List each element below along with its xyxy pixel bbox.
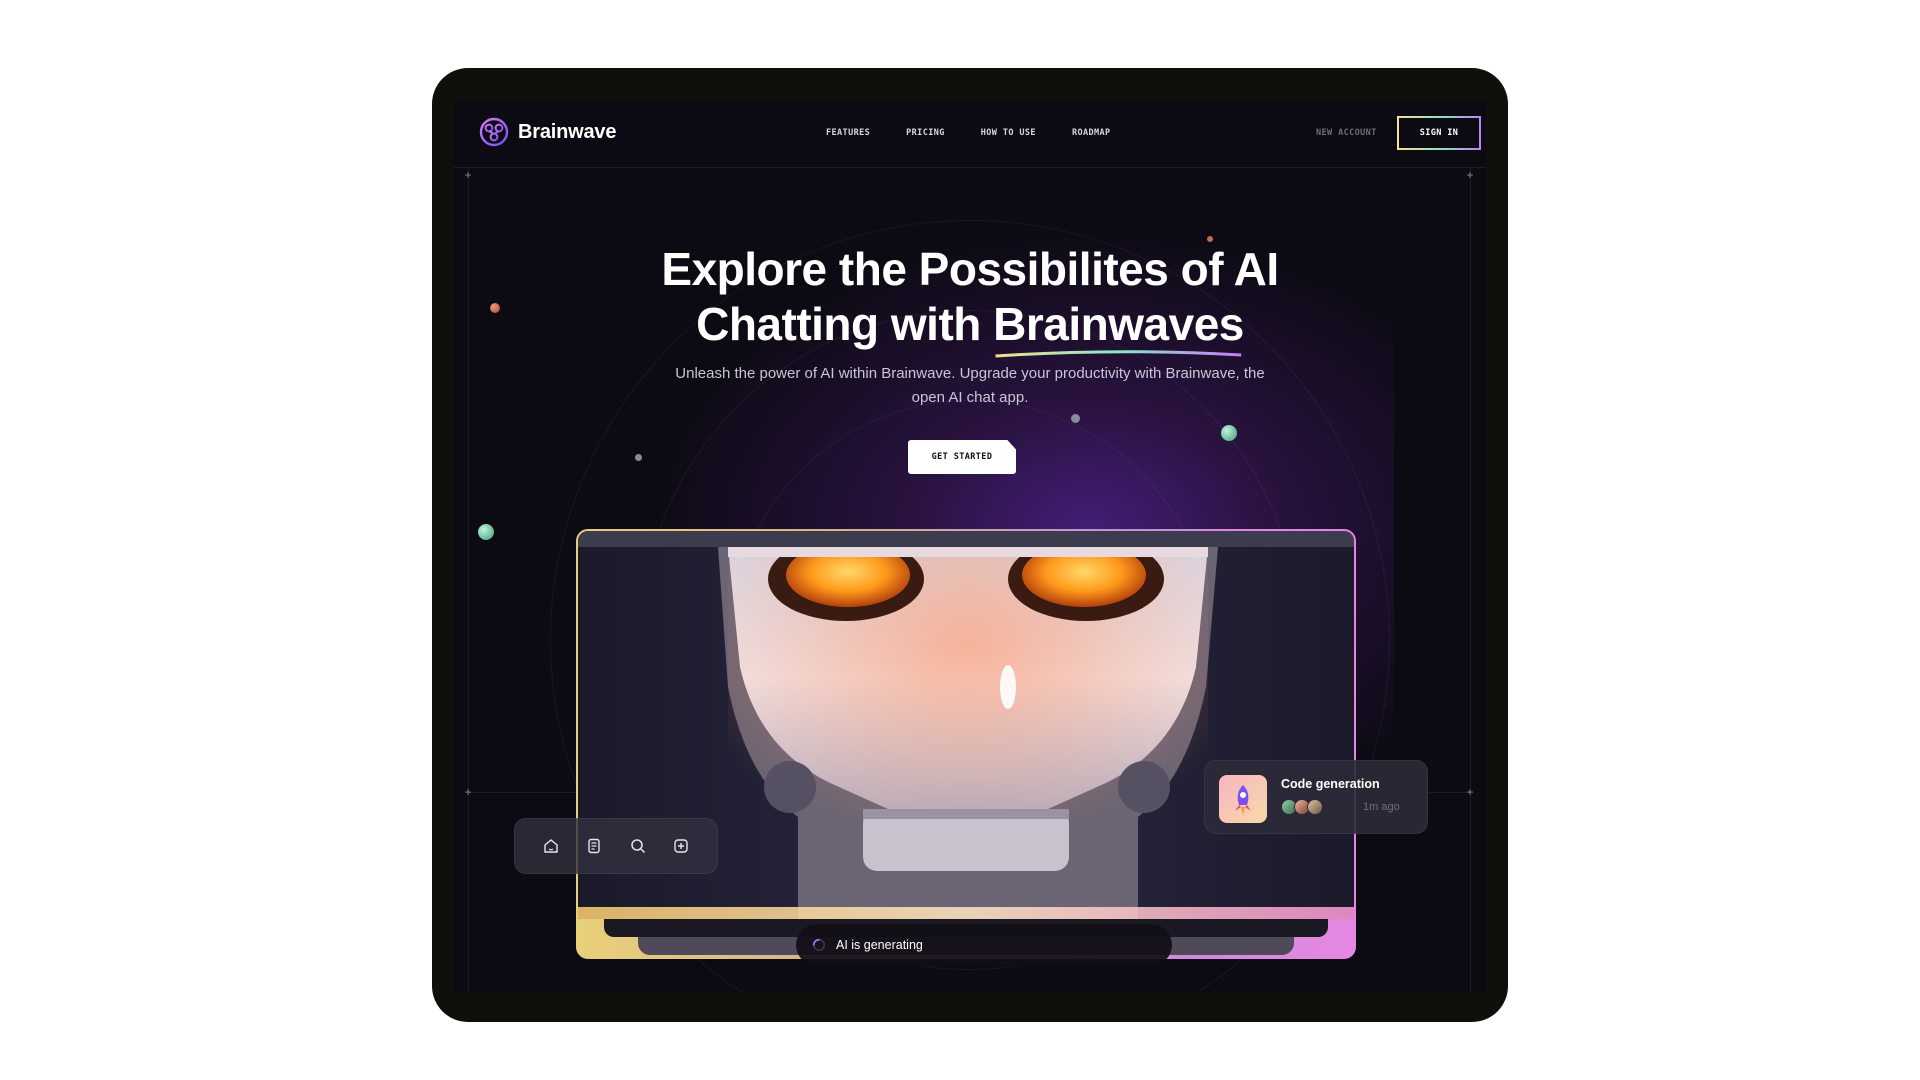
decor-orb bbox=[478, 524, 494, 540]
get-started-button[interactable]: GET STARTED bbox=[908, 440, 1016, 474]
hero-subtitle: Unleash the power of AI within Brainwave… bbox=[675, 365, 1265, 406]
plus-marker-icon: + bbox=[464, 785, 472, 799]
avatar bbox=[1307, 799, 1323, 815]
device-frame: + + + + Brainwave FEATURES PRICING HOW T bbox=[432, 68, 1508, 1022]
notification-time: 1m ago bbox=[1363, 801, 1400, 813]
nav-link-roadmap[interactable]: ROADMAP bbox=[1072, 128, 1111, 138]
showcase-frame bbox=[576, 529, 1356, 959]
decor-orb bbox=[635, 454, 642, 461]
brain-logo-icon bbox=[479, 117, 509, 147]
showcase-topbar bbox=[578, 531, 1354, 547]
floating-toolbar bbox=[514, 818, 718, 874]
rocket-icon bbox=[1235, 785, 1251, 815]
plus-square-icon[interactable] bbox=[671, 836, 691, 856]
browser-viewport: + + + + Brainwave FEATURES PRICING HOW T bbox=[454, 100, 1486, 992]
hero-title-line2: Chatting with bbox=[696, 298, 994, 350]
hero-title-highlight-text: Brainwaves bbox=[993, 298, 1244, 350]
nav-link-how-to-use[interactable]: HOW TO USE bbox=[981, 128, 1036, 138]
nav-link-pricing[interactable]: PRICING bbox=[906, 128, 945, 138]
brand-logo[interactable]: Brainwave bbox=[478, 116, 616, 148]
decor-orb bbox=[490, 303, 500, 313]
decor-orb bbox=[1221, 425, 1237, 441]
ai-status-bar: AI is generating bbox=[796, 924, 1172, 966]
hero-title-highlight: Brainwaves bbox=[993, 297, 1244, 358]
notification-title: Code generation bbox=[1281, 777, 1380, 791]
nav-links: FEATURES PRICING HOW TO USE ROADMAP bbox=[826, 128, 1111, 138]
new-account-link[interactable]: NEW ACCOUNT bbox=[1316, 128, 1377, 138]
loading-spinner-icon bbox=[812, 938, 826, 952]
grid-line bbox=[1470, 168, 1471, 992]
file-icon[interactable] bbox=[584, 836, 604, 856]
brand-name: Brainwave bbox=[518, 120, 617, 143]
decor-orb bbox=[1207, 236, 1213, 242]
search-icon[interactable] bbox=[628, 836, 648, 856]
highlight-underline bbox=[995, 350, 1242, 358]
plus-marker-icon: + bbox=[1466, 785, 1474, 799]
home-icon[interactable] bbox=[541, 836, 561, 856]
hero-title: Explore the Possibilites of AI Chatting … bbox=[574, 242, 1366, 358]
grid-line bbox=[468, 168, 469, 992]
top-navigation: Brainwave FEATURES PRICING HOW TO USE RO… bbox=[454, 100, 1486, 168]
notification-card[interactable]: Code generation 1m ago bbox=[1204, 760, 1428, 834]
ai-status-text: AI is generating bbox=[836, 938, 923, 952]
plus-marker-icon: + bbox=[1466, 168, 1474, 182]
avatar-group bbox=[1281, 799, 1323, 815]
notification-thumbnail bbox=[1219, 775, 1267, 823]
decor-orb bbox=[1071, 414, 1080, 423]
hero-title-line1: Explore the Possibilites of AI bbox=[661, 243, 1279, 295]
plus-marker-icon: + bbox=[464, 168, 472, 182]
nav-link-features[interactable]: FEATURES bbox=[826, 128, 870, 138]
sign-in-button[interactable]: SIGN IN bbox=[1397, 116, 1481, 150]
